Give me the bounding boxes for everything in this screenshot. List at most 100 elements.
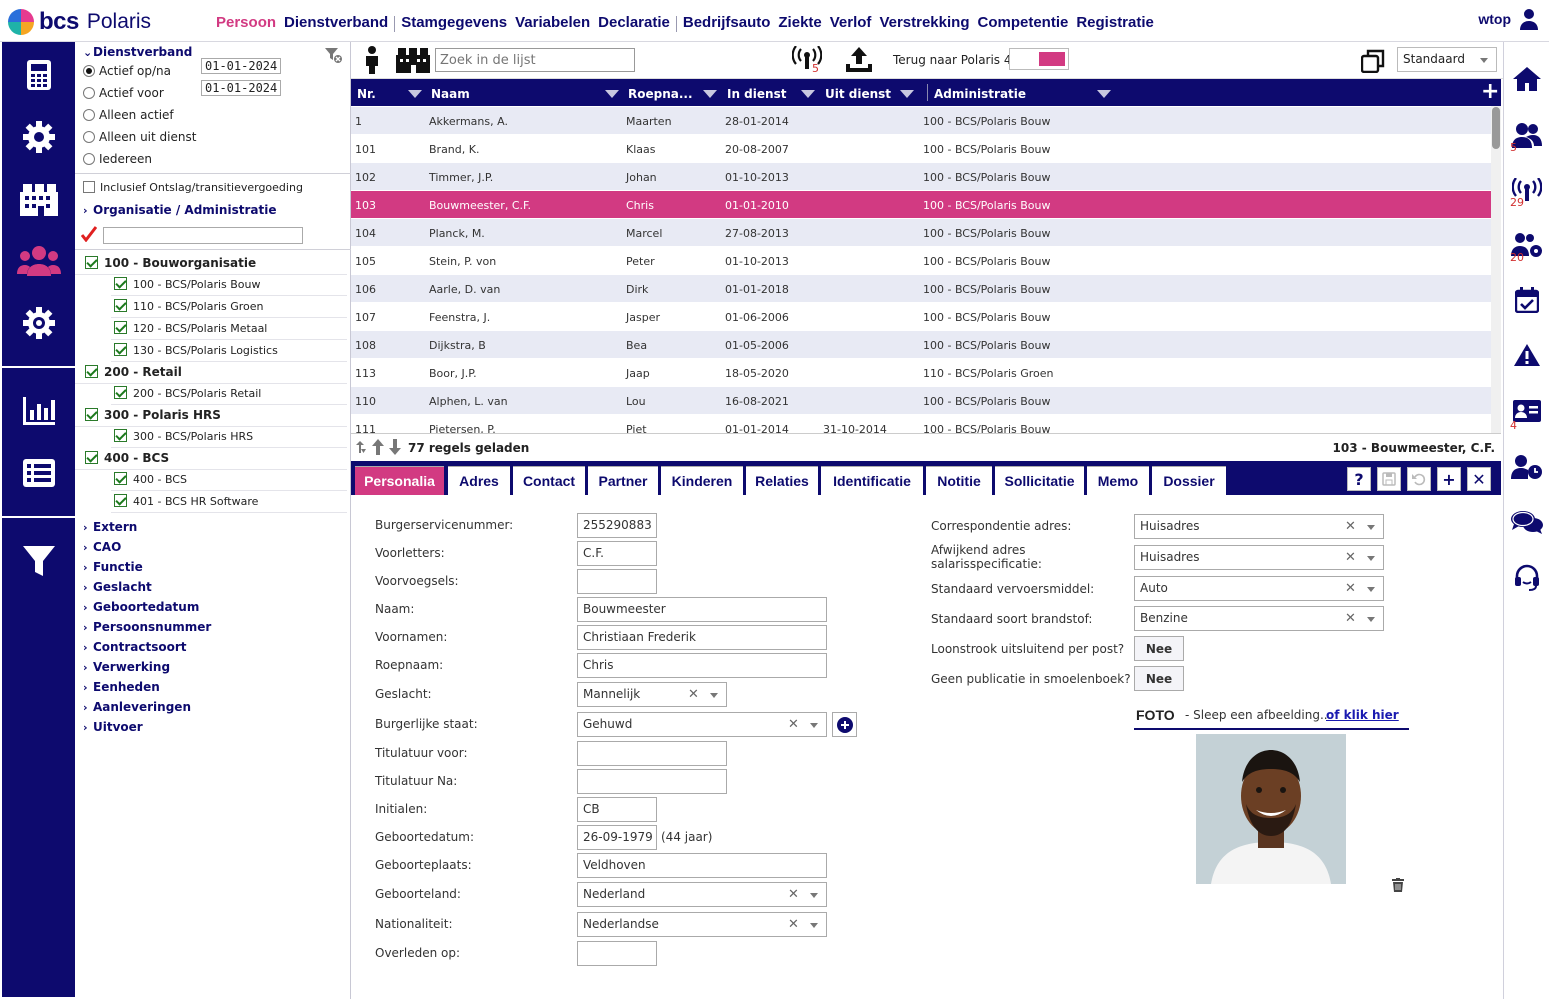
geboorteland-select[interactable]: Nederland ✕ (577, 882, 827, 907)
checkbox[interactable] (83, 181, 95, 193)
filter-section[interactable]: › Geboortedatum (83, 600, 199, 614)
nav-registratie[interactable]: Registratie (1072, 14, 1158, 32)
chat-button[interactable] (1504, 502, 1549, 542)
filter-section[interactable]: › CAO (83, 540, 121, 554)
arrow-down-icon[interactable] (389, 439, 401, 455)
col-administratie[interactable]: Administratie (934, 87, 1026, 101)
table-row[interactable]: 101 Brand, K. Klaas 20-08-2007 100 - BCS/Pol… (351, 135, 1491, 163)
section-dienstverband[interactable]: ⌄Dienstverband (83, 45, 192, 59)
table-row[interactable]: 113 Boor, J.P. Jaap 18-05-2020 110 - BCS/Pol… (351, 359, 1491, 387)
filter-section[interactable]: › Eenheden (83, 680, 160, 694)
tab-adres[interactable]: Adres (448, 466, 510, 495)
col-in-dienst[interactable]: In dienst (727, 87, 786, 101)
radio-alleen-actief[interactable]: Alleen actief (83, 108, 174, 122)
clear-icon[interactable]: ✕ (688, 683, 699, 706)
sort-icon[interactable] (408, 90, 422, 98)
radio-button[interactable] (83, 65, 95, 77)
nav-declaratie[interactable]: Declaratie (594, 14, 674, 32)
radio-button[interactable] (83, 131, 95, 143)
organisation-icon[interactable] (395, 47, 431, 73)
org-search-input[interactable] (103, 227, 303, 244)
correspondentie-select[interactable]: Huisadres ✕ (1134, 514, 1384, 539)
filter-section[interactable]: › Uitvoer (83, 720, 143, 734)
voorletters-field[interactable]: C.F. (577, 541, 657, 566)
group-settings-button[interactable]: 20 (1504, 225, 1549, 265)
add-button[interactable]: + (1437, 467, 1461, 491)
filter-section[interactable]: › Verwerking (83, 660, 170, 674)
clear-icon[interactable]: ✕ (788, 913, 799, 936)
close-button[interactable]: ✕ (1467, 467, 1491, 491)
tab-sollicitatie[interactable]: Sollicitatie (995, 466, 1084, 495)
scrollbar-thumb[interactable] (1492, 107, 1500, 149)
burgerlijke-staat-select[interactable]: Gehuwd ✕ (577, 712, 827, 737)
col-nr[interactable]: Nr. (357, 87, 376, 101)
afwijkend-select[interactable]: Huisadres ✕ (1134, 545, 1384, 570)
tab-contact[interactable]: Contact (513, 466, 585, 495)
clear-icon[interactable]: ✕ (1345, 515, 1356, 538)
filter-section[interactable]: › Geslacht (83, 580, 152, 594)
tab-personalia[interactable]: Personalia (355, 466, 444, 495)
table-row[interactable]: 107 Feenstra, J. Jasper 01-06-2006 100 - BCS… (351, 303, 1491, 331)
tab-identificatie[interactable]: Identificatie (821, 466, 923, 495)
sort-icon[interactable] (605, 90, 619, 98)
sort-icon[interactable] (703, 90, 717, 98)
titulatuur-na-field[interactable] (577, 769, 727, 794)
nav-bedrijfsauto[interactable]: Bedrijfsauto (679, 14, 775, 32)
table-row[interactable]: 105 Stein, P. von Peter 01-10-2013 100 - BCS… (351, 247, 1491, 275)
nav-persoon[interactable]: Persoon (212, 14, 280, 32)
checkbox[interactable] (114, 299, 127, 312)
tab-relaties[interactable]: Relaties (746, 466, 818, 495)
vervoer-select[interactable]: Auto ✕ (1134, 576, 1384, 601)
list-icon[interactable] (2, 450, 75, 496)
filter-icon[interactable] (2, 538, 75, 584)
loonstrook-toggle[interactable]: Nee (1134, 636, 1184, 661)
sort-icon[interactable] (801, 90, 815, 98)
filter-section[interactable]: › Extern (83, 520, 137, 534)
group-button[interactable]: 5 (1504, 115, 1549, 155)
checkbox[interactable] (114, 472, 127, 485)
checkbox-inclusief-ontslag[interactable]: Inclusief Ontslag/transitievergoeding (83, 181, 303, 194)
nationaliteit-select[interactable]: Nederlandse ✕ (577, 912, 827, 937)
save-button[interactable] (1377, 467, 1401, 491)
arrow-up-icon[interactable] (372, 439, 384, 455)
nav-verlof[interactable]: Verlof (826, 14, 876, 32)
home-button[interactable] (1504, 59, 1549, 99)
tab-kinderen[interactable]: Kinderen (661, 466, 743, 495)
tab-notitie[interactable]: Notitie (926, 466, 992, 495)
employee-photo[interactable] (1196, 734, 1346, 884)
overleden-field[interactable] (577, 941, 657, 966)
user-clock-button[interactable] (1504, 447, 1549, 487)
filter-section[interactable]: › Functie (83, 560, 143, 574)
table-row[interactable]: 110 Alphen, L. van Lou 16-08-2021 100 - BCS/… (351, 387, 1491, 415)
brandstof-select[interactable]: Benzine ✕ (1134, 606, 1384, 631)
smoelenboek-toggle[interactable]: Nee (1134, 666, 1184, 691)
upload-icon[interactable] (845, 46, 873, 74)
sort-icon[interactable] (1097, 90, 1111, 98)
initialen-field[interactable]: CB (577, 797, 657, 822)
tab-memo[interactable]: Memo (1087, 466, 1149, 495)
nav-stamgegevens[interactable]: Stamgegevens (397, 14, 511, 32)
radio-actief-op-na[interactable]: Actief op/na (83, 64, 171, 78)
bcs-polaris-logo[interactable]: bcs Polaris (8, 8, 151, 35)
geboortedatum-field[interactable]: 26-09-1979 (577, 825, 657, 850)
gear-icon[interactable] (2, 114, 75, 160)
voorvoegsels-field[interactable] (577, 569, 657, 594)
radio-iedereen[interactable]: Iedereen (83, 152, 152, 166)
bsn-field[interactable]: 255290883 (577, 513, 657, 538)
calendar-button[interactable] (1504, 280, 1549, 320)
add-burgerlijke-staat-button[interactable] (832, 712, 857, 737)
support-button[interactable] (1504, 557, 1549, 597)
grid-scrollbar[interactable] (1491, 106, 1501, 433)
clear-icon[interactable]: ✕ (1345, 607, 1356, 630)
radio-actief-voor[interactable]: Actief voor (83, 86, 164, 100)
checkbox[interactable] (114, 494, 127, 507)
radio-button[interactable] (83, 153, 95, 165)
nav-variabelen[interactable]: Variabelen (511, 14, 594, 32)
nav-dienstverband[interactable]: Dienstverband (280, 14, 392, 32)
table-row[interactable]: 102 Timmer, J.P. Johan 01-10-2013 100 - BCS/… (351, 163, 1491, 191)
checkbox[interactable] (85, 256, 98, 269)
add-column-icon[interactable]: + (1481, 81, 1499, 103)
nav-verstrekking[interactable]: Verstrekking (875, 14, 973, 32)
checkbox[interactable] (114, 321, 127, 334)
roepnaam-field[interactable]: Chris (577, 653, 827, 678)
